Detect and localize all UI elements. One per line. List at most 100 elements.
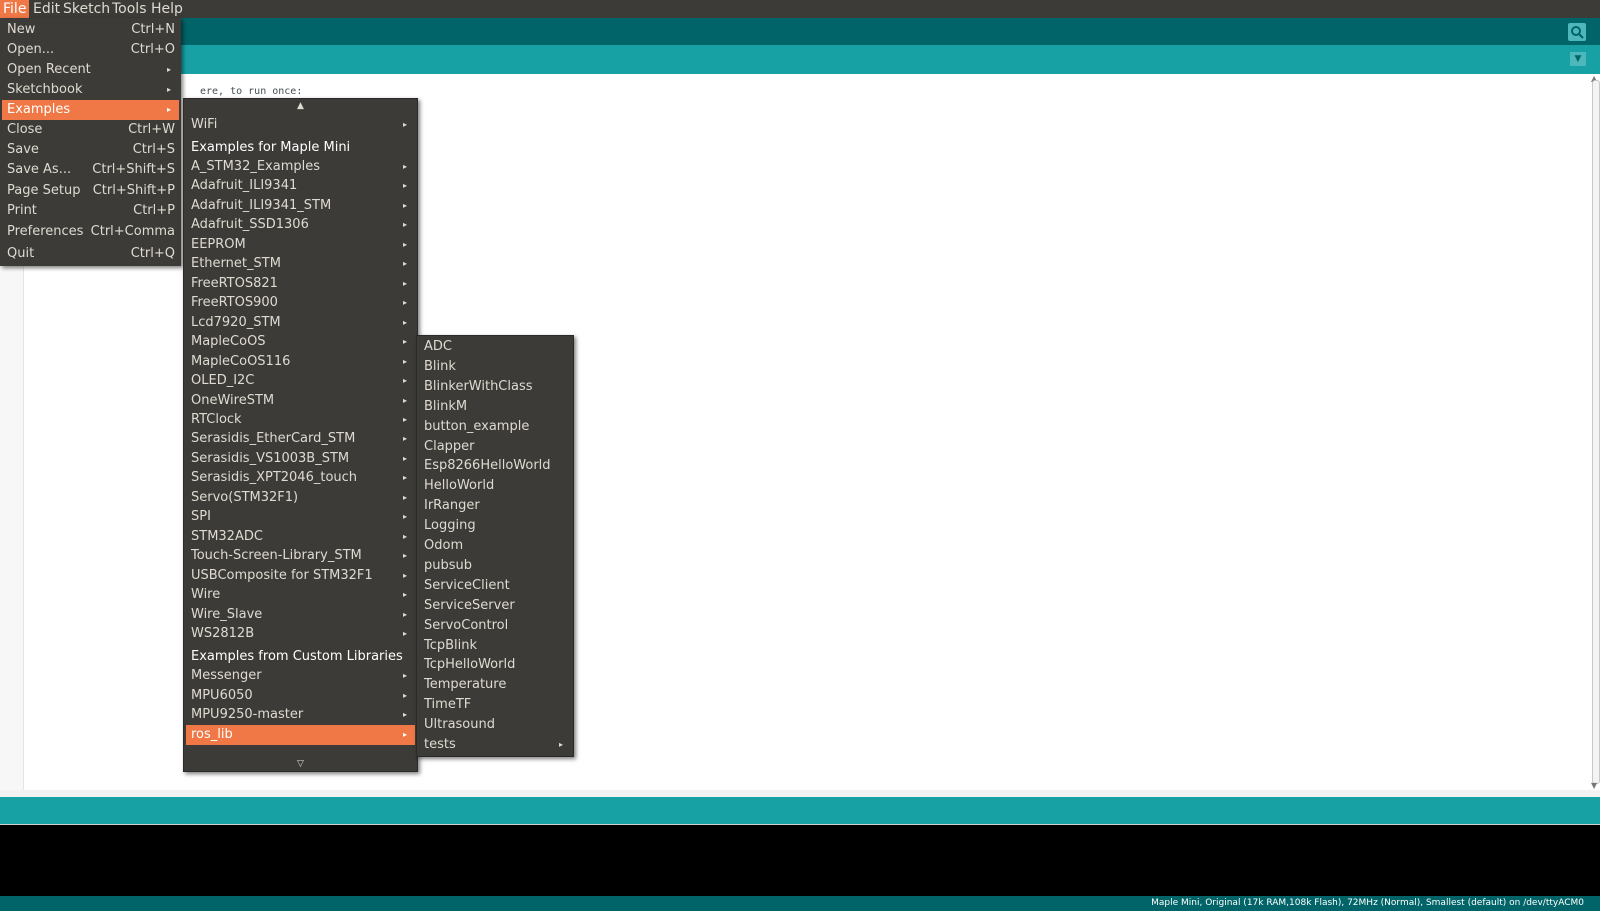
examples-item-serasidis-ethercard-stm[interactable]: Serasidis_EtherCard_STM ▸ xyxy=(186,429,415,449)
file-menu-item-close[interactable]: Close Ctrl+W xyxy=(2,120,179,140)
menu-sketch[interactable]: Sketch xyxy=(60,0,113,18)
ros-lib-item-timetf[interactable]: TimeTF xyxy=(419,695,571,715)
examples-item-touch-screen-library-stm[interactable]: Touch-Screen-Library_STM ▸ xyxy=(186,546,415,566)
file-menu-item-save-as[interactable]: Save As... Ctrl+Shift+S xyxy=(2,160,179,180)
examples-item-mpu6050[interactable]: MPU6050 ▸ xyxy=(186,686,415,706)
ros-lib-item-tcphelloworld[interactable]: TcpHelloWorld xyxy=(419,655,571,675)
ros-lib-item-adc[interactable]: ADC xyxy=(419,337,571,357)
menu-tools[interactable]: Tools xyxy=(109,0,150,18)
ros-lib-item-button-example[interactable]: button_example xyxy=(419,417,571,437)
examples-item-wifi[interactable]: WiFi ▸ xyxy=(186,115,415,135)
ros-lib-item-blink[interactable]: Blink xyxy=(419,357,571,377)
menu-item-label: ServoControl xyxy=(424,617,509,633)
menu-file[interactable]: File xyxy=(0,0,30,18)
submenu-arrow-icon: ▸ xyxy=(402,671,407,680)
menu-item-label: Adafruit_SSD1306 xyxy=(191,217,309,232)
file-menu-item-open-recent[interactable]: Open Recent ▸ xyxy=(2,60,179,80)
ros-lib-item-irranger[interactable]: IrRanger xyxy=(419,496,571,516)
examples-item-adafruit-ili9341[interactable]: Adafruit_ILI9341 ▸ xyxy=(186,176,415,196)
ros-lib-item-clapper[interactable]: Clapper xyxy=(419,437,571,457)
file-menu-item-examples[interactable]: Examples ▸ xyxy=(2,100,179,120)
console-output xyxy=(0,824,1600,897)
submenu-arrow-icon: ▸ xyxy=(402,532,407,541)
examples-item-servo-stm32f1[interactable]: Servo(STM32F1) ▸ xyxy=(186,488,415,508)
submenu-arrow-icon: ▸ xyxy=(402,318,407,327)
file-menu-item-quit[interactable]: Quit Ctrl+Q xyxy=(2,244,179,264)
ros-lib-item-blinkerwithclass[interactable]: BlinkerWithClass xyxy=(419,377,571,397)
menu-item-label: MPU9250-master xyxy=(191,707,304,722)
examples-item-rtclock[interactable]: RTClock ▸ xyxy=(186,410,415,430)
ros-lib-item-ultrasound[interactable]: Ultrasound xyxy=(419,715,571,735)
file-menu-item-open[interactable]: Open... Ctrl+O xyxy=(2,40,179,60)
scrollbar-track[interactable] xyxy=(1592,80,1600,784)
menu-item-label: New xyxy=(7,22,36,37)
submenu-arrow-icon: ▸ xyxy=(402,201,407,210)
ros-lib-item-blinkm[interactable]: BlinkM xyxy=(419,397,571,417)
examples-item-mpu9250-master[interactable]: MPU9250-master ▸ xyxy=(186,705,415,725)
ros-lib-item-helloworld[interactable]: HelloWorld xyxy=(419,476,571,496)
console-header xyxy=(0,797,1600,824)
file-menu-item-page-setup[interactable]: Page Setup Ctrl+Shift+P xyxy=(2,181,179,201)
examples-item-eeprom[interactable]: EEPROM ▸ xyxy=(186,235,415,255)
examples-item-ethernet-stm[interactable]: Ethernet_STM ▸ xyxy=(186,254,415,274)
file-menu-item-preferences[interactable]: Preferences Ctrl+Comma xyxy=(2,222,179,242)
menu-help[interactable]: Help xyxy=(148,0,186,18)
examples-item-adafruit-ssd1306[interactable]: Adafruit_SSD1306 ▸ xyxy=(186,215,415,235)
file-menu-item-save[interactable]: Save Ctrl+S xyxy=(2,140,179,160)
examples-item-freertos900[interactable]: FreeRTOS900 ▸ xyxy=(186,293,415,313)
scroll-down-indicator[interactable]: ▽ xyxy=(184,759,417,769)
examples-item-serasidis-xpt2046-touch[interactable]: Serasidis_XPT2046_touch ▸ xyxy=(186,468,415,488)
tab-menu-button[interactable]: ▼ xyxy=(1570,52,1586,66)
menu-item-shortcut: Ctrl+O xyxy=(130,42,175,57)
examples-item-stm32adc[interactable]: STM32ADC ▸ xyxy=(186,527,415,547)
editor-scrollbar[interactable]: ▲ ▼ xyxy=(1590,74,1600,790)
menu-item-label: Blink xyxy=(424,358,456,374)
examples-item-wire[interactable]: Wire ▸ xyxy=(186,585,415,605)
examples-item-ros-lib[interactable]: ros_lib ▸ xyxy=(186,725,415,745)
examples-item-freertos821[interactable]: FreeRTOS821 ▸ xyxy=(186,274,415,294)
examples-item-oled-i2c[interactable]: OLED_I2C ▸ xyxy=(186,371,415,391)
ros-lib-item-servocontrol[interactable]: ServoControl xyxy=(419,616,571,636)
menu-edit[interactable]: Edit xyxy=(30,0,63,18)
examples-item-serasidis-vs1003b-stm[interactable]: Serasidis_VS1003B_STM ▸ xyxy=(186,449,415,469)
examples-item-maplecoos[interactable]: MapleCoOS ▸ xyxy=(186,332,415,352)
submenu-arrow-icon: ▸ xyxy=(402,357,407,366)
ros-lib-item-tests[interactable]: tests ▸ xyxy=(419,735,571,755)
scroll-down-icon[interactable]: ▼ xyxy=(1591,781,1597,790)
ros-lib-item-serviceclient[interactable]: ServiceClient xyxy=(419,576,571,596)
ros-lib-item-logging[interactable]: Logging xyxy=(419,516,571,536)
ros-lib-item-tcpblink[interactable]: TcpBlink xyxy=(419,636,571,656)
examples-item-a-stm32-examples[interactable]: A_STM32_Examples ▸ xyxy=(186,157,415,177)
file-menu-item-sketchbook[interactable]: Sketchbook ▸ xyxy=(2,80,179,100)
menubar: File Edit Sketch Tools Help xyxy=(0,0,1600,18)
examples-item-spi[interactable]: SPI ▸ xyxy=(186,507,415,527)
menu-item-label: Logging xyxy=(424,518,476,534)
menu-item-label: Esp8266HelloWorld xyxy=(424,458,551,474)
editor-console-divider[interactable] xyxy=(0,790,1600,797)
menu-item-label: Servo(STM32F1) xyxy=(191,490,299,505)
file-menu-item-new[interactable]: New Ctrl+N xyxy=(2,20,179,40)
scroll-up-indicator[interactable]: ▲ xyxy=(184,101,417,111)
submenu-arrow-icon: ▸ xyxy=(402,571,407,580)
serial-monitor-button[interactable] xyxy=(1568,23,1586,41)
submenu-arrow-icon: ▸ xyxy=(402,551,407,560)
examples-item-usbcomposite-for-stm32f1[interactable]: USBComposite for STM32F1 ▸ xyxy=(186,566,415,586)
ros-lib-item-esp8266helloworld[interactable]: Esp8266HelloWorld xyxy=(419,456,571,476)
examples-item-onewirestm[interactable]: OneWireSTM ▸ xyxy=(186,391,415,411)
examples-item-maplecoos116[interactable]: MapleCoOS116 ▸ xyxy=(186,352,415,372)
file-menu-item-print[interactable]: Print Ctrl+P xyxy=(2,201,179,221)
menu-item-label: WiFi xyxy=(191,117,218,132)
ros-lib-item-serviceserver[interactable]: ServiceServer xyxy=(419,596,571,616)
examples-item-adafruit-ili9341-stm[interactable]: Adafruit_ILI9341_STM ▸ xyxy=(186,196,415,216)
examples-item-lcd7920-stm[interactable]: Lcd7920_STM ▸ xyxy=(186,313,415,333)
examples-section-header: Examples for Maple Mini xyxy=(186,138,415,158)
menu-item-label: WS2812B xyxy=(191,626,255,641)
ros-lib-item-pubsub[interactable]: pubsub xyxy=(419,556,571,576)
examples-item-ws2812b[interactable]: WS2812B ▸ xyxy=(186,624,415,644)
ros-lib-item-temperature[interactable]: Temperature xyxy=(419,675,571,695)
menu-item-label: Temperature xyxy=(424,677,507,693)
ros-lib-item-odom[interactable]: Odom xyxy=(419,536,571,556)
examples-item-wire-slave[interactable]: Wire_Slave ▸ xyxy=(186,605,415,625)
submenu-arrow-icon: ▸ xyxy=(166,85,171,94)
examples-item-messenger[interactable]: Messenger ▸ xyxy=(186,666,415,686)
